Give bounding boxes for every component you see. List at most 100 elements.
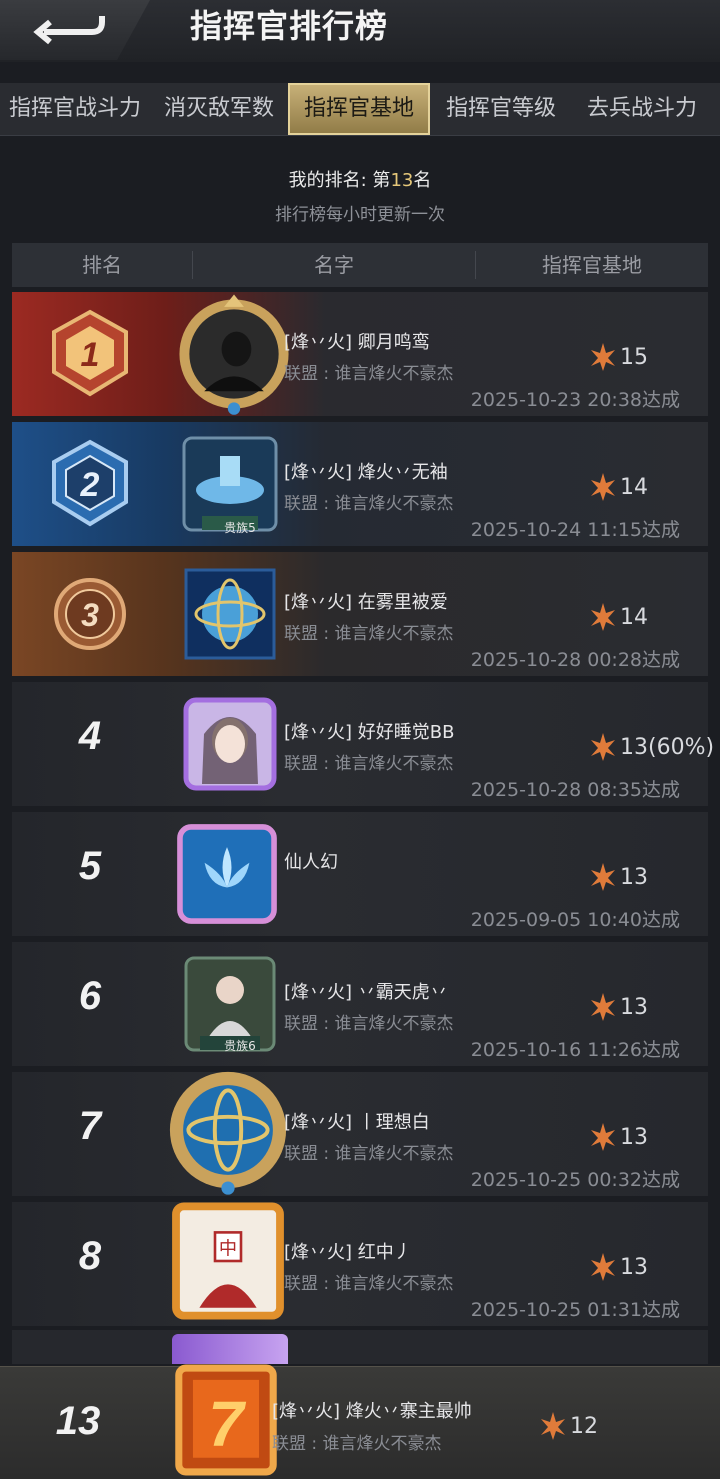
svg-text:7: 7 [208, 1388, 246, 1460]
achieved-date: 2025-10-25 01:31达成 [470, 1299, 680, 1321]
rank-1-badge-icon: 1 [52, 309, 128, 397]
my-rank-text: 我的排名: 第13名 [0, 166, 720, 192]
rank-number: 4 [78, 714, 102, 758]
alliance-name: 联盟 : 谁言烽火不豪杰 [284, 754, 454, 774]
tab-commander-level[interactable]: 指挥官等级 [430, 83, 572, 135]
top-bar: 指挥官排行榜 [0, 0, 720, 62]
alliance-name: 联盟 : 谁言烽火不豪杰 [272, 1434, 442, 1454]
player-name: [烽丷火] 好好睡觉BB [284, 722, 455, 743]
my-rank-suffix: 名 [413, 170, 432, 191]
achieved-date: 2025-10-16 11:26达成 [470, 1039, 680, 1061]
rank-3-badge-icon: 3 [54, 578, 126, 650]
my-rank-number: 13 [390, 170, 414, 191]
base-star-icon [591, 603, 615, 631]
base-level: 14 [590, 602, 648, 632]
table-row[interactable]: 7 [烽丷火] 丨理想白 联盟 : 谁言烽火不豪杰 13 2025-10-25 … [12, 1071, 708, 1196]
base-level-value: 14 [620, 474, 648, 500]
table-row-partial [12, 1330, 708, 1364]
player-name: [烽丷火] 丷霸天虎丷 [284, 982, 448, 1003]
rank-number: 8 [78, 1234, 102, 1278]
base-level-value: 12 [570, 1413, 598, 1439]
base-star-icon [591, 863, 615, 891]
update-note: 排行榜每小时更新一次 [275, 205, 445, 225]
alliance-name: 联盟 : 谁言烽火不豪杰 [284, 494, 454, 514]
base-star-icon [591, 993, 615, 1021]
base-level-value: 13 [620, 864, 648, 890]
base-level: 13 [590, 862, 648, 892]
player-name: [烽丷火] 烽火丷寨主最帅 [272, 1401, 472, 1422]
achieved-date: 2025-10-28 08:35达成 [470, 779, 680, 801]
base-star-icon [591, 733, 615, 761]
alliance-name: 联盟 : 谁言烽火不豪杰 [284, 1274, 454, 1294]
base-star-icon [591, 343, 615, 371]
base-star-icon [591, 473, 615, 501]
table-row[interactable]: 3 [烽丷火] 在雾里被爱 联盟 : 谁言烽火不豪杰 14 2025-10-28… [12, 552, 708, 676]
tab-bar: 指挥官战斗力 消灭敌军数 指挥官基地 指挥官等级 去兵战斗力 [0, 83, 720, 136]
base-level: 12 [540, 1411, 598, 1441]
base-level: 15 [590, 342, 648, 372]
rank-number: 6 [78, 974, 102, 1018]
avatar[interactable] [180, 564, 280, 664]
base-level: 13 [590, 1252, 648, 1282]
achieved-date: 2025-09-05 10:40达成 [470, 909, 680, 931]
table-row[interactable]: 5 仙人幻 13 2025-09-05 10:40达成 [12, 812, 708, 936]
table-row[interactable]: 2 [烽丷火] 烽火丷无袖 联盟 : 谁言烽火不豪杰 贵族5 14 2025-1… [12, 422, 708, 546]
achieved-date: 2025-10-28 00:28达成 [470, 649, 680, 671]
alliance-name: 联盟 : 谁言烽火不豪杰 [284, 364, 454, 384]
player-name: [烽丷火] 丨理想白 [284, 1112, 430, 1133]
page-title: 指挥官排行榜 [190, 7, 389, 45]
svg-text:2: 2 [80, 466, 100, 504]
avatar-partial [172, 1334, 288, 1364]
own-rank-number: 13 [55, 1399, 101, 1443]
tab-enemies-destroyed[interactable]: 消灭敌军数 [150, 83, 288, 135]
player-name: [烽丷火] 红中丿 [284, 1242, 412, 1263]
tab-commander-power[interactable]: 指挥官战斗力 [0, 83, 150, 135]
my-rank-prefix: 我的排名: 第 [288, 170, 391, 191]
player-name: [烽丷火] 卿月鸣鸾 [284, 332, 430, 353]
header-base: 指挥官基地 [542, 253, 642, 277]
base-level-value: 13(60%) [620, 734, 715, 760]
achieved-date: 2025-10-23 20:38达成 [470, 389, 680, 411]
table-row[interactable]: 4 [烽丷火] 好好睡觉BB 联盟 : 谁言烽火不豪杰 13(60%) 2025… [12, 682, 714, 806]
base-level-value: 13 [620, 994, 648, 1020]
back-button[interactable] [0, 0, 150, 60]
noble-badge: 贵族6 [224, 1039, 256, 1053]
own-rank-row[interactable]: 13 7 [烽丷火] 烽火丷寨主最帅 联盟 : 谁言烽火不豪杰 12 [0, 1364, 720, 1479]
svg-text:3: 3 [81, 597, 99, 633]
header-name: 名字 [314, 253, 354, 277]
tab-troop-power[interactable]: 去兵战斗力 [572, 83, 712, 135]
avatar[interactable]: 中 [160, 1196, 296, 1326]
header-rank: 排名 [82, 253, 122, 277]
avatar[interactable] [172, 292, 296, 416]
base-level: 13 [590, 992, 648, 1022]
player-name: [烽丷火] 在雾里被爱 [284, 592, 448, 613]
svg-text:1: 1 [81, 336, 100, 374]
table-row[interactable]: 8 中 [烽丷火] 红中丿 联盟 : 谁言烽火不豪杰 13 2025-10-25… [12, 1202, 708, 1326]
base-star-icon [541, 1412, 565, 1440]
alliance-name: 联盟 : 谁言烽火不豪杰 [284, 1014, 454, 1034]
rank-2-badge-icon: 2 [52, 439, 128, 527]
avatar[interactable] [162, 1064, 294, 1196]
base-star-icon [591, 1253, 615, 1281]
tab-commander-base[interactable]: 指挥官基地 [288, 83, 430, 135]
base-level-value: 14 [620, 604, 648, 630]
table-header: 排名 名字 指挥官基地 [12, 243, 708, 287]
table-row[interactable]: 1 [烽丷火] 卿月鸣鸾 联盟 : 谁言烽火不豪杰 15 2025-10-23 … [12, 292, 708, 416]
achieved-date: 2025-10-24 11:15达成 [470, 519, 680, 541]
base-level-value: 13 [620, 1254, 648, 1280]
player-name: [烽丷火] 烽火丷无袖 [284, 462, 448, 483]
base-level-value: 13 [620, 1124, 648, 1150]
achieved-date: 2025-10-25 00:32达成 [470, 1169, 680, 1191]
noble-badge: 贵族5 [224, 521, 256, 535]
avatar[interactable] [168, 818, 286, 930]
table-row[interactable]: 6 [烽丷火] 丷霸天虎丷 联盟 : 谁言烽火不豪杰 贵族6 13 2025-1… [12, 942, 708, 1066]
back-arrow-icon [33, 16, 105, 45]
base-level: 13 [590, 1122, 648, 1152]
avatar[interactable] [180, 694, 280, 794]
svg-text:中: 中 [219, 1239, 237, 1260]
rank-number: 5 [78, 844, 102, 888]
base-level: 14 [590, 472, 648, 502]
alliance-name: 联盟 : 谁言烽火不豪杰 [284, 1144, 454, 1164]
rank-number: 7 [78, 1104, 102, 1148]
base-star-icon [591, 1123, 615, 1151]
